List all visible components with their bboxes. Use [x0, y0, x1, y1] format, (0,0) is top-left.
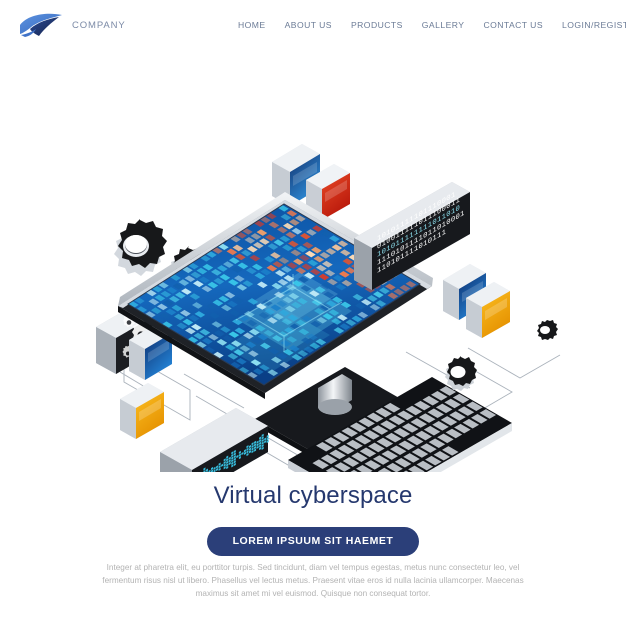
tile-orange-left: [120, 383, 164, 439]
cta-container: LOREM IPSUUM SIT HAEMET: [0, 527, 626, 556]
brand-name: COMPANY: [72, 19, 126, 31]
gear-large: [114, 219, 167, 276]
hero-illustration: 110101111010111 1110101111011010001 1010…: [0, 52, 626, 472]
landing-page: COMPANY HOME ABOUT US PRODUCTS GALLERY C…: [0, 0, 626, 626]
cta-button[interactable]: LOREM IPSUUM SIT HAEMET: [206, 527, 420, 556]
brand[interactable]: COMPANY: [18, 12, 126, 38]
lead-paragraph: Integer at pharetra elit, eu porttitor t…: [102, 563, 524, 599]
site-header: COMPANY HOME ABOUT US PRODUCTS GALLERY C…: [0, 0, 626, 52]
page-title: Virtual cyberspace: [213, 482, 413, 509]
nav-item-about-us[interactable]: ABOUT US: [285, 20, 332, 30]
nav-item-products[interactable]: PRODUCTS: [351, 20, 403, 30]
gear-far-right: [537, 320, 558, 340]
nav-item-login-register[interactable]: LOGIN/REGISTER: [562, 20, 626, 30]
equalizer-panel: [160, 408, 269, 472]
nav-item-gallery[interactable]: GALLERY: [422, 20, 465, 30]
main-nav: HOME ABOUT US PRODUCTS GALLERY CONTACT U…: [238, 20, 626, 30]
wing-swoosh-logo-icon: [20, 13, 62, 37]
isometric-computer-scene: 110101111010111 1110101111011010001 1010…: [96, 144, 561, 472]
gear-right: [445, 356, 477, 391]
nav-item-contact-us[interactable]: CONTACT US: [483, 20, 543, 30]
nav-item-home[interactable]: HOME: [238, 20, 266, 30]
